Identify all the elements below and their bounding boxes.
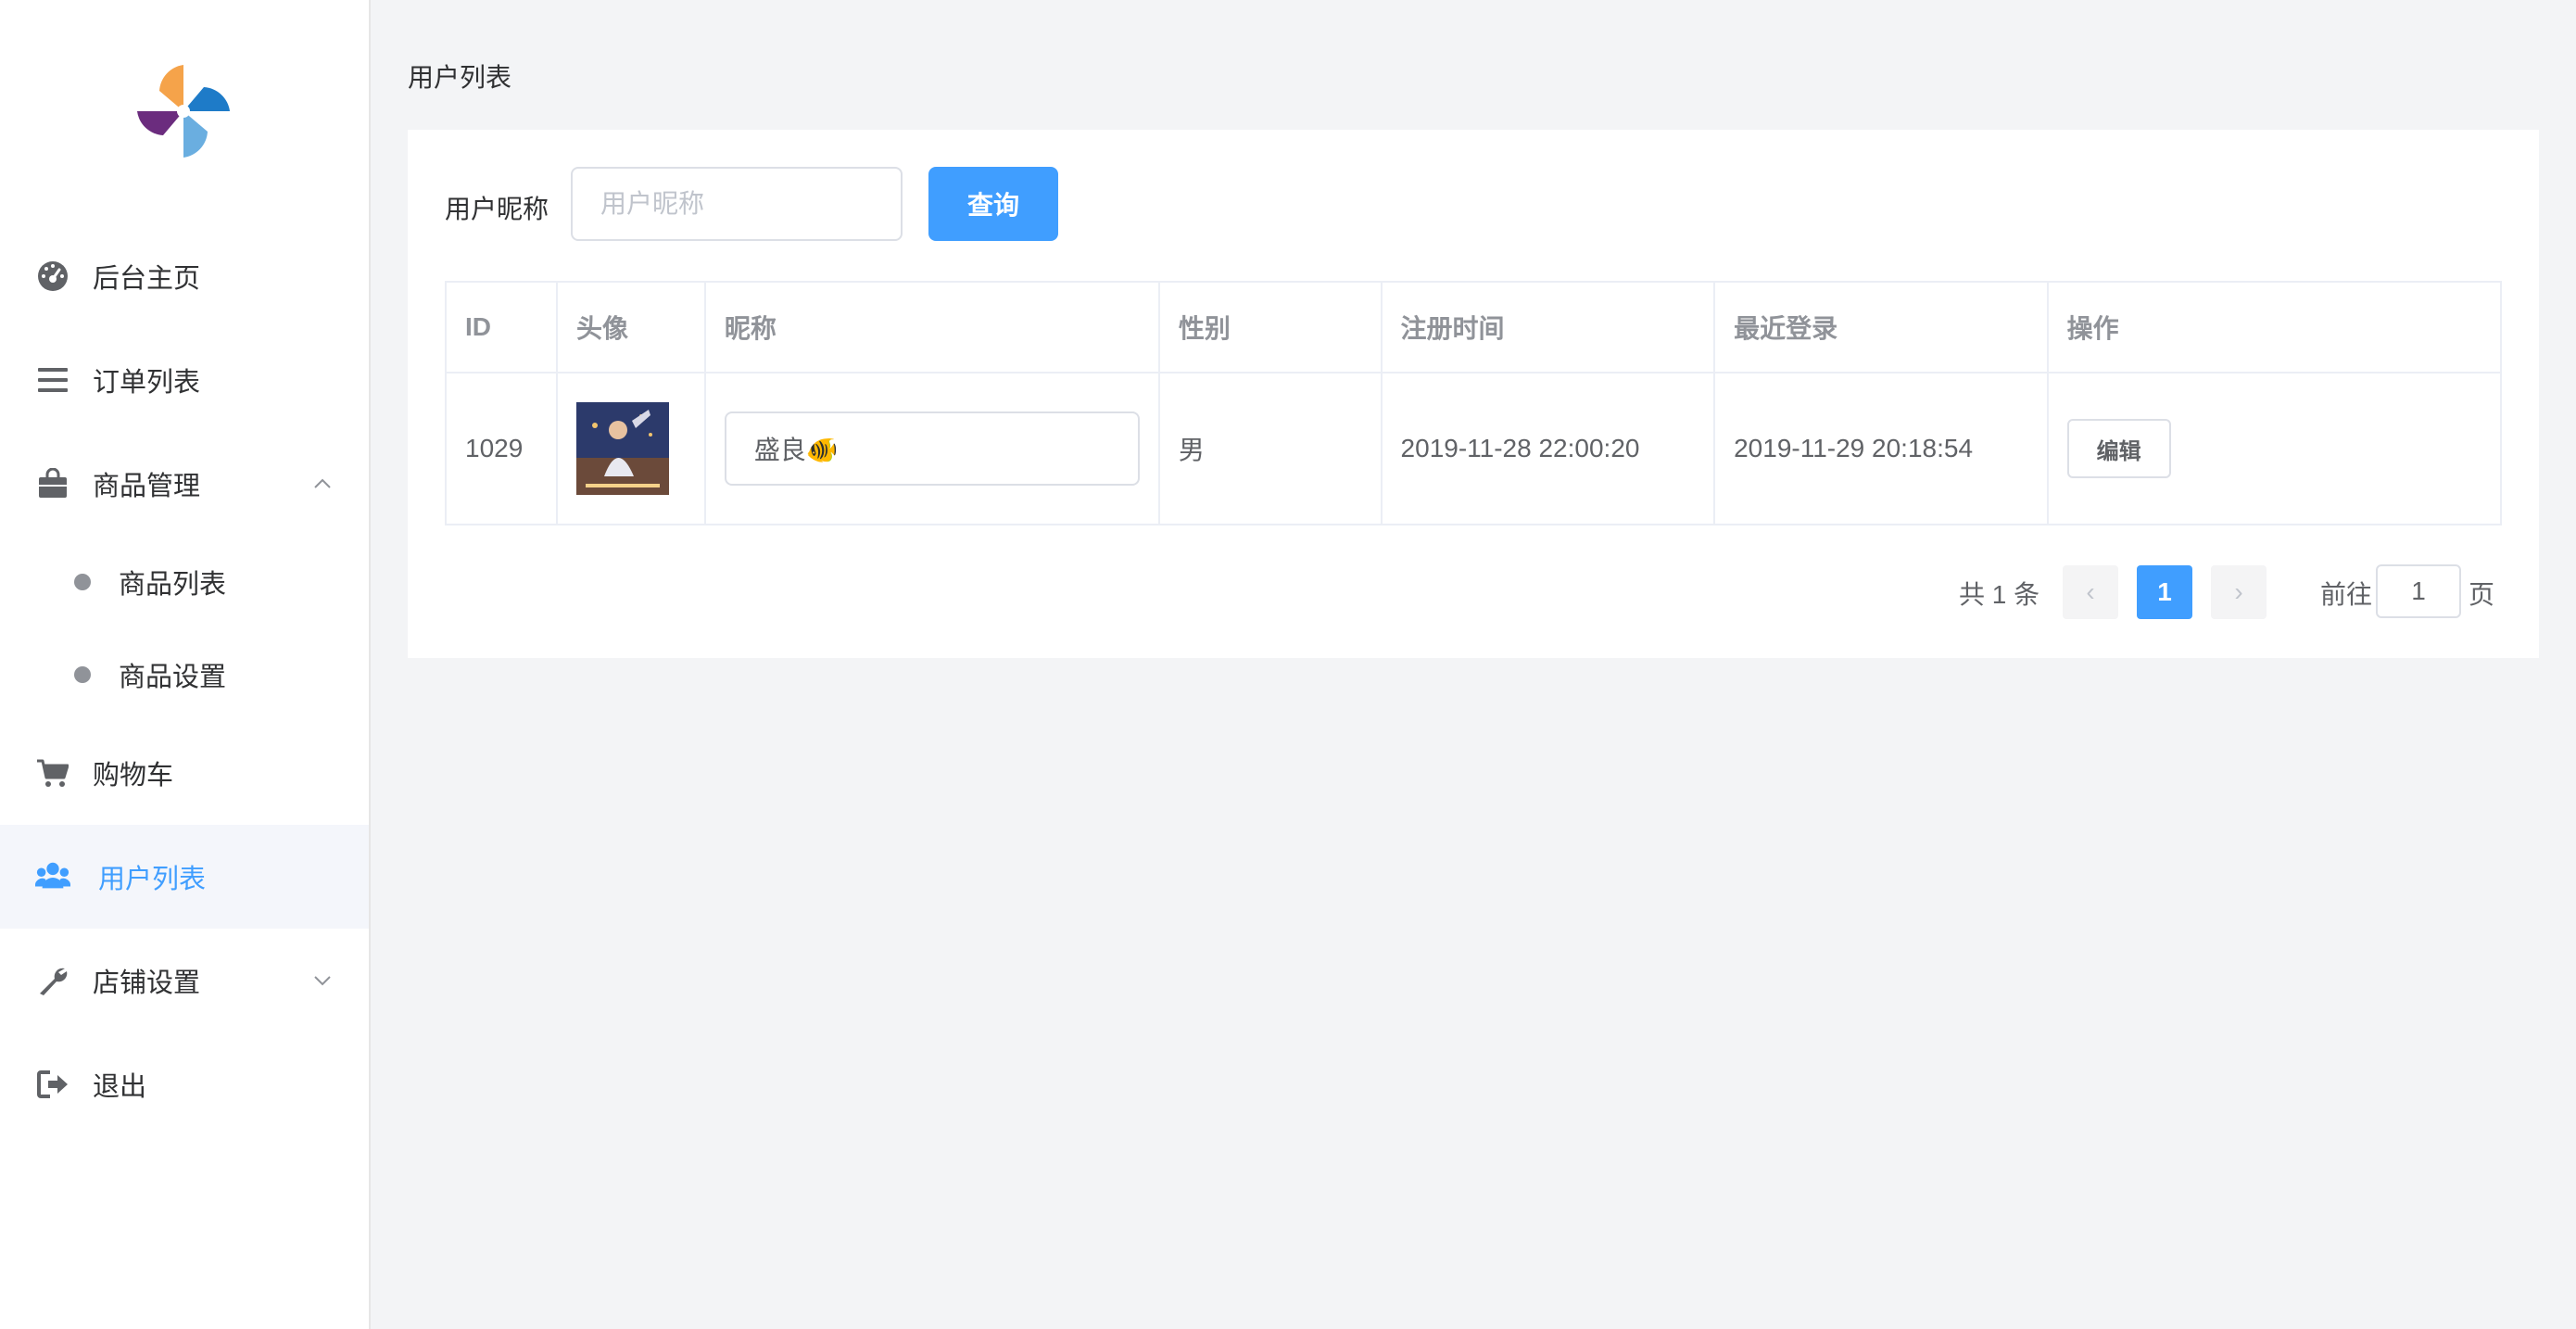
gender-cell: 男	[1157, 372, 1383, 525]
chevron-left-icon: ‹	[2086, 577, 2095, 606]
sidebar-item-orders[interactable]: 订单列表	[0, 328, 369, 432]
sidebar-item-label: 后台主页	[93, 264, 201, 294]
sidebar-item-label: 购物车	[93, 761, 174, 791]
sidebar-item-label: 订单列表	[93, 368, 201, 398]
bullet-dot	[74, 666, 91, 683]
column-header: 昵称	[703, 281, 1160, 373]
sidebar-item-product-list[interactable]: 商品列表	[0, 530, 369, 634]
column-header: 注册时间	[1380, 281, 1716, 373]
nickname-filter-label: 用户昵称	[445, 195, 549, 223]
nickname-search-input[interactable]	[571, 167, 903, 241]
sidebar-item-store-settings[interactable]: 店铺设置	[0, 929, 369, 1032]
edit-button[interactable]: 编辑	[2066, 419, 2171, 478]
shopping-bag-icon	[35, 466, 70, 501]
goto-page-input[interactable]	[2376, 564, 2461, 618]
sidebar-item-users[interactable]: 用户列表	[0, 825, 369, 929]
sidebar-item-product-settings[interactable]: 商品设置	[0, 623, 369, 727]
sidebar-item-label: 商品设置	[119, 663, 227, 692]
page-number-button[interactable]: 1	[2137, 565, 2192, 619]
table-row: 1029 盛良🐠 男 2019-11-28 22:00:20 2019-11-2…	[445, 372, 2503, 525]
column-header: ID	[445, 281, 558, 373]
logo	[137, 65, 230, 158]
sidebar-item-label: 商品管理	[93, 472, 201, 501]
sidebar-item-logout[interactable]: 退出	[0, 1032, 369, 1136]
sidebar-item-product-management[interactable]: 商品管理	[0, 432, 369, 536]
prev-page-button[interactable]: ‹	[2063, 565, 2118, 619]
action-cell: 编辑	[2046, 372, 2503, 525]
cart-icon	[35, 755, 70, 791]
nickname-field[interactable]: 盛良🐠	[724, 411, 1140, 486]
users-table: ID 头像 昵称 性别 注册时间 最近登录 操作 1029 盛良🐠 男 2019…	[445, 281, 2503, 525]
sidebar-item-label: 店铺设置	[93, 968, 201, 998]
bullet-dot	[74, 574, 91, 590]
sign-out-icon	[35, 1067, 70, 1102]
goto-label: 前往	[2320, 580, 2373, 609]
column-header: 操作	[2046, 281, 2503, 373]
page-title: 用户列表	[408, 63, 512, 92]
wrench-icon	[35, 963, 70, 998]
avatar-cell	[555, 372, 706, 525]
last-login-cell: 2019-11-29 20:18:54	[1713, 372, 2049, 525]
nickname-cell: 盛良🐠	[703, 372, 1160, 525]
chevron-down-icon	[314, 976, 331, 986]
chevron-up-icon	[314, 478, 331, 488]
sidebar-item-label: 用户列表	[98, 865, 207, 894]
chevron-right-icon: ›	[2234, 577, 2243, 606]
column-header: 头像	[555, 281, 706, 373]
list-icon	[35, 362, 70, 398]
users-icon	[35, 859, 70, 894]
sidebar-item-cart[interactable]: 购物车	[0, 721, 369, 825]
goto-suffix: 页	[2469, 580, 2495, 609]
query-button[interactable]: 查询	[928, 167, 1058, 241]
user-id-cell: 1029	[445, 372, 558, 525]
dashboard-icon	[35, 259, 70, 294]
pagination-total: 共 1 条	[1959, 580, 2040, 609]
sidebar-item-label: 退出	[93, 1072, 147, 1102]
avatar	[575, 402, 669, 495]
sidebar-item-dashboard[interactable]: 后台主页	[0, 224, 369, 328]
table-header-row: ID 头像 昵称 性别 注册时间 最近登录 操作	[445, 281, 2503, 373]
sidebar: 后台主页 订单列表 商品管理 商品列表 商品设置 购物车 用户列表 店铺设置 退…	[0, 0, 371, 1329]
column-header: 性别	[1157, 281, 1383, 373]
content-panel: 用户昵称 查询 ID 头像 昵称 性别 注册时间 最近登录 操作	[408, 130, 2539, 658]
sidebar-item-label: 商品列表	[119, 570, 227, 600]
column-header: 最近登录	[1713, 281, 2049, 373]
next-page-button[interactable]: ›	[2211, 565, 2267, 619]
registered-time-cell: 2019-11-28 22:00:20	[1380, 372, 1716, 525]
